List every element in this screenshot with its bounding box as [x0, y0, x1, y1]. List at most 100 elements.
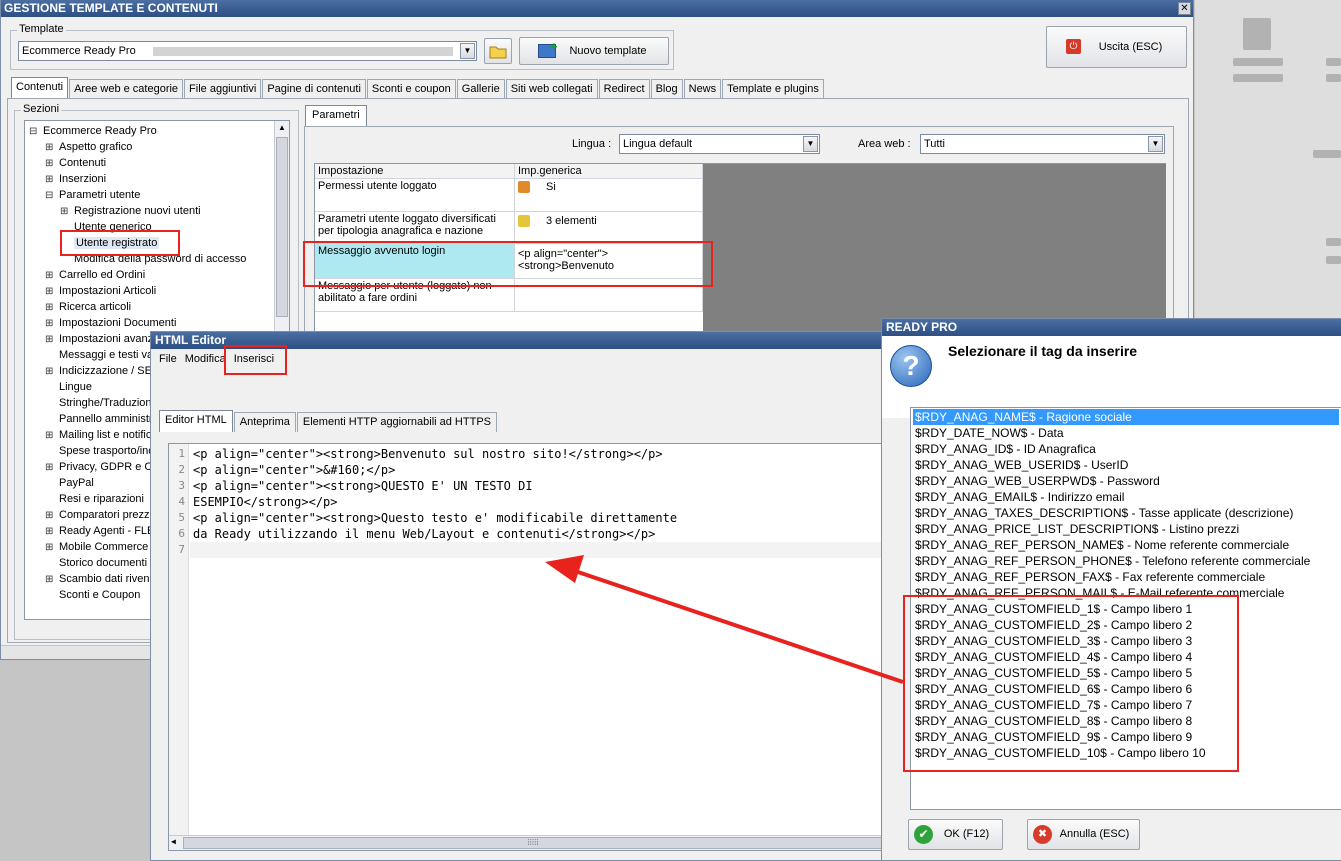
expand-icon[interactable]: ⊞	[45, 140, 54, 156]
tab-file-aggiuntivi[interactable]: File aggiuntivi	[184, 79, 262, 99]
tag-item-rdy-anag-customfield-3[interactable]: $RDY_ANAG_CUSTOMFIELD_3$ - Campo libero …	[913, 633, 1339, 649]
code-line[interactable]: <p align="center"><strong>QUESTO E' UN T…	[193, 478, 533, 494]
expand-icon[interactable]: ⊞	[45, 524, 54, 540]
tag-item-rdy-anag-customfield-7[interactable]: $RDY_ANAG_CUSTOMFIELD_7$ - Campo libero …	[913, 697, 1339, 713]
expand-icon[interactable]: ⊞	[45, 540, 54, 556]
tree-item-resi-e-riparazioni[interactable]: Resi e riparazioni	[45, 491, 144, 507]
tree-item-mailing-list-e-notifiche[interactable]: ⊞ Mailing list e notifiche	[45, 427, 164, 443]
area-web-select[interactable]: Tutti ▼	[920, 134, 1165, 154]
expand-icon[interactable]: ⊞	[45, 508, 54, 524]
hscroll-thumb[interactable]: ⁞⁞⁞⁞⁞	[183, 837, 881, 849]
tree-item-utente-generico[interactable]: Utente generico	[60, 219, 152, 235]
horizontal-scrollbar[interactable]: ◀ ⁞⁞⁞⁞⁞	[169, 835, 881, 850]
grid-header-imp-generica[interactable]: Imp.generica	[515, 164, 703, 179]
tree-item-ready-agenti-flex[interactable]: ⊞ Ready Agenti - FLEX	[45, 523, 162, 539]
expand-icon[interactable]: ⊞	[45, 300, 54, 316]
tree-item-aspetto-grafico[interactable]: ⊞ Aspetto grafico	[45, 139, 132, 155]
expand-icon[interactable]: ⊞	[45, 428, 54, 444]
tag-item-rdy-anag-price-list-description[interactable]: $RDY_ANAG_PRICE_LIST_DESCRIPTION$ - List…	[913, 521, 1339, 537]
tag-item-rdy-anag-name[interactable]: $RDY_ANAG_NAME$ - Ragione sociale	[913, 409, 1339, 425]
tab-blog[interactable]: Blog	[650, 79, 683, 99]
tag-item-rdy-anag-email[interactable]: $RDY_ANAG_EMAIL$ - Indirizzo email	[913, 489, 1339, 505]
tab-template-e-plugins[interactable]: Template e plugins	[722, 79, 824, 99]
grid-setting-value[interactable]	[515, 279, 703, 312]
grid-setting-value[interactable]: <p align="center"><strong>Benvenuto	[515, 244, 703, 279]
code-line[interactable]: <p align="center">&#160;</p>	[193, 462, 395, 478]
menu-inserisci[interactable]: Inserisci	[230, 353, 278, 365]
expand-icon[interactable]: ⊞	[45, 316, 54, 332]
scroll-left-arrow[interactable]: ◀	[171, 837, 176, 846]
tab-siti-web-collegati[interactable]: Siti web collegati	[505, 79, 598, 99]
tag-item-rdy-anag-customfield-4[interactable]: $RDY_ANAG_CUSTOMFIELD_4$ - Campo libero …	[913, 649, 1339, 665]
expand-icon[interactable]: ⊞	[60, 204, 69, 220]
tab-parametri[interactable]: Parametri	[305, 105, 367, 127]
ok-button[interactable]: ✔ OK (F12)	[908, 819, 1003, 850]
folder-button[interactable]	[484, 38, 512, 64]
tag-item-rdy-anag-customfield-2[interactable]: $RDY_ANAG_CUSTOMFIELD_2$ - Campo libero …	[913, 617, 1339, 633]
tab-sconti-e-coupon[interactable]: Sconti e coupon	[366, 79, 456, 99]
collapse-icon[interactable]: ⊟	[45, 188, 54, 204]
expand-icon[interactable]: ⊞	[45, 460, 54, 476]
expand-icon[interactable]: ⊞	[45, 284, 54, 300]
collapse-icon[interactable]: ⊟	[29, 124, 38, 140]
grid-setting-name[interactable]: Parametri utente loggato diversificati p…	[315, 212, 515, 244]
tree-item-carrello-ed-ordini[interactable]: ⊞ Carrello ed Ordini	[45, 267, 145, 283]
expand-icon[interactable]: ⊞	[45, 268, 54, 284]
tag-item-rdy-anag-customfield-10[interactable]: $RDY_ANAG_CUSTOMFIELD_10$ - Campo libero…	[913, 745, 1339, 761]
tree-item-modifica-della-password-di-accesso[interactable]: Modifica della password di accesso	[60, 251, 246, 267]
tree-item-ecommerce-ready-pro[interactable]: ⊟ Ecommerce Ready Pro	[29, 123, 157, 139]
code-line[interactable]: ESEMPIO</strong></p>	[193, 494, 338, 510]
tree-item-contenuti[interactable]: ⊞ Contenuti	[45, 155, 106, 171]
scroll-thumb[interactable]	[276, 137, 288, 317]
tab-aree-web-e-categorie[interactable]: Aree web e categorie	[69, 79, 184, 99]
grid-setting-value[interactable]: 3 elementi	[515, 212, 703, 244]
template-select[interactable]: Ecommerce Ready Pro ▼	[18, 41, 477, 61]
tag-item-rdy-anag-customfield-9[interactable]: $RDY_ANAG_CUSTOMFIELD_9$ - Campo libero …	[913, 729, 1339, 745]
tag-item-rdy-anag-customfield-8[interactable]: $RDY_ANAG_CUSTOMFIELD_8$ - Campo libero …	[913, 713, 1339, 729]
tree-item-utente-registrato[interactable]: Utente registrato	[60, 235, 160, 251]
tree-item-indicizzazione-seo[interactable]: ⊞ Indicizzazione / SEO	[45, 363, 161, 379]
tag-item-rdy-anag-web-userpwd[interactable]: $RDY_ANAG_WEB_USERPWD$ - Password	[913, 473, 1339, 489]
grid-setting-name[interactable]: Messaggio per utente (loggato) non abili…	[315, 279, 515, 312]
tree-item-mobile-commerce[interactable]: ⊞ Mobile Commerce	[45, 539, 148, 555]
menu-modifica[interactable]: Modifica	[181, 353, 230, 365]
tree-item-inserzioni[interactable]: ⊞ Inserzioni	[45, 171, 106, 187]
grid-setting-name[interactable]: Permessi utente loggato	[315, 179, 515, 212]
tree-item-impostazioni-articoli[interactable]: ⊞ Impostazioni Articoli	[45, 283, 156, 299]
tree-item-messaggi-e-testi-vari[interactable]: Messaggi e testi vari	[45, 347, 159, 363]
tag-list[interactable]: $RDY_ANAG_NAME$ - Ragione sociale $RDY_DA…	[910, 407, 1341, 810]
grid-setting-value[interactable]: Si	[515, 179, 703, 212]
grid-header-impostazione[interactable]: Impostazione	[315, 164, 515, 179]
tree-item-storico-documenti[interactable]: Storico documenti	[45, 555, 147, 571]
close-button[interactable]: ✕	[1178, 2, 1191, 15]
tag-item-rdy-date-now[interactable]: $RDY_DATE_NOW$ - Data	[913, 425, 1339, 441]
tree-item-sconti-e-coupon[interactable]: Sconti e Coupon	[45, 587, 140, 603]
tag-item-rdy-anag-ref-person-phone[interactable]: $RDY_ANAG_REF_PERSON_PHONE$ - Telefono r…	[913, 553, 1339, 569]
code-line[interactable]: <p align="center"><strong>Benvenuto sul …	[193, 446, 663, 462]
tab-gallerie[interactable]: Gallerie	[456, 79, 505, 99]
tag-item-rdy-anag-customfield-1[interactable]: $RDY_ANAG_CUSTOMFIELD_1$ - Campo libero …	[913, 601, 1339, 617]
tag-item-rdy-anag-web-userid[interactable]: $RDY_ANAG_WEB_USERID$ - UserID	[913, 457, 1339, 473]
editor-tab-anteprima[interactable]: Anteprima	[233, 412, 296, 432]
code-editor[interactable]: 1 2 3 4 5 6 7 ◀ ⁞⁞⁞⁞⁞ <p align="center"><stron…	[168, 443, 882, 851]
tree-item-stringhe-traduzioni[interactable]: Stringhe/Traduzioni	[45, 395, 154, 411]
tag-item-rdy-anag-customfield-5[interactable]: $RDY_ANAG_CUSTOMFIELD_5$ - Campo libero …	[913, 665, 1339, 681]
code-line[interactable]: da Ready utilizzando il menu Web/Layout …	[193, 526, 655, 542]
tag-item-rdy-anag-id[interactable]: $RDY_ANAG_ID$ - ID Anagrafica	[913, 441, 1339, 457]
tree-item-comparatori-prezzi[interactable]: ⊞ Comparatori prezzi	[45, 507, 152, 523]
tag-item-rdy-anag-ref-person-mail[interactable]: $RDY_ANAG_REF_PERSON_MAIL$ - E-Mail refe…	[913, 585, 1339, 601]
tag-item-rdy-anag-customfield-6[interactable]: $RDY_ANAG_CUSTOMFIELD_6$ - Campo libero …	[913, 681, 1339, 697]
lingua-select[interactable]: Lingua default ▼	[619, 134, 820, 154]
tab-contenuti[interactable]: Contenuti	[11, 77, 69, 99]
tree-item-ricerca-articoli[interactable]: ⊞ Ricerca articoli	[45, 299, 131, 315]
expand-icon[interactable]: ⊞	[45, 364, 54, 380]
expand-icon[interactable]: ⊞	[45, 156, 54, 172]
tree-item-registrazione-nuovi-utenti[interactable]: ⊞ Registrazione nuovi utenti	[60, 203, 201, 219]
expand-icon[interactable]: ⊞	[45, 172, 54, 188]
tab-news[interactable]: News	[683, 79, 722, 99]
grid-setting-name[interactable]: Messaggio avvenuto login	[315, 244, 515, 279]
tree-item-impostazioni-documenti[interactable]: ⊞ Impostazioni Documenti	[45, 315, 176, 331]
exit-button[interactable]: ⏻ Uscita (ESC)	[1046, 26, 1187, 68]
menu-file[interactable]: File	[155, 353, 181, 365]
tab-redirect[interactable]: Redirect	[598, 79, 650, 99]
